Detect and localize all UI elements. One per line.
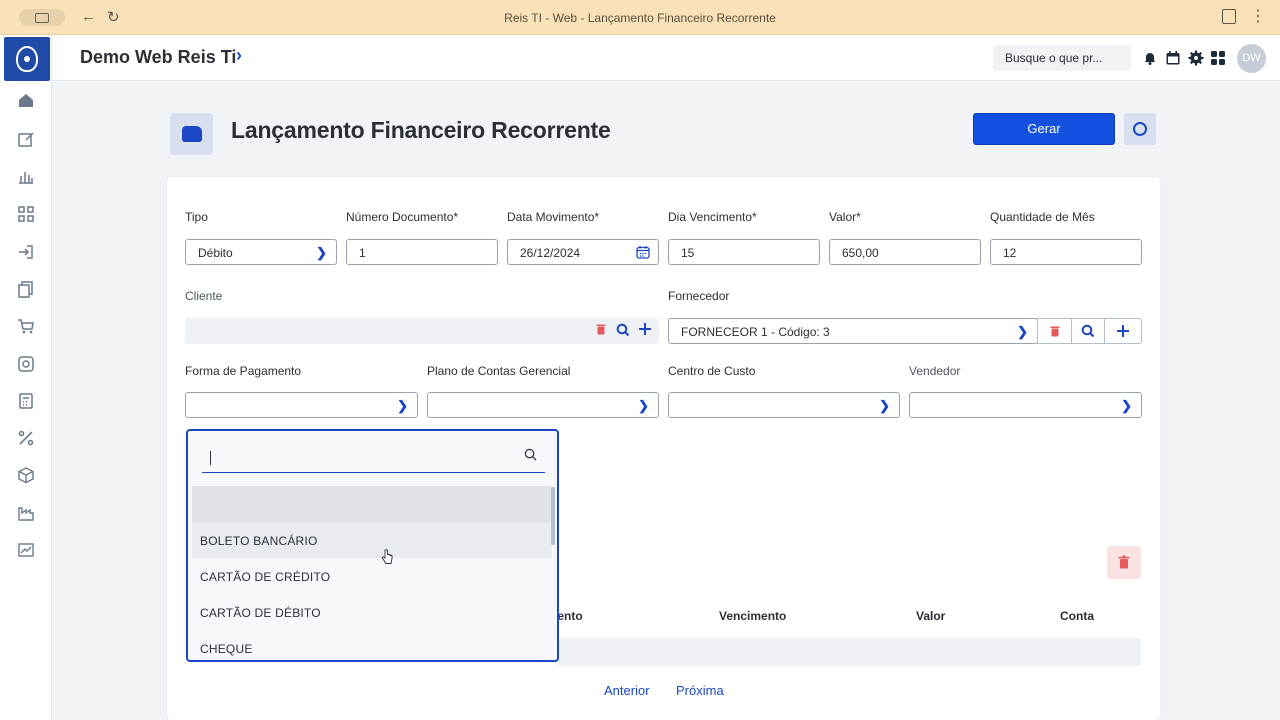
next-page-link[interactable]: Próxima: [676, 683, 724, 698]
num-doc-label: Número Documento*: [346, 210, 459, 224]
dropdown-search-input[interactable]: [202, 443, 545, 473]
forma-pag-label: Forma de Pagamento: [185, 364, 302, 378]
table-header-vencimento[interactable]: Vencimento: [719, 609, 786, 623]
dropdown-scrollbar[interactable]: [551, 487, 555, 545]
trash-icon[interactable]: [593, 323, 609, 339]
chevron-right-icon[interactable]: ›: [236, 45, 242, 66]
add-icon[interactable]: [637, 322, 653, 338]
previous-page-link[interactable]: Anterior: [604, 683, 650, 698]
tipo-label: Tipo: [185, 210, 208, 224]
calculator-icon[interactable]: [17, 392, 35, 410]
factory-icon[interactable]: [17, 504, 35, 522]
scan-icon[interactable]: [17, 205, 35, 223]
data-mov-label: Data Movimento*: [507, 210, 600, 224]
browser-titlebar: ← ↻ Reis TI - Web - Lançamento Financeir…: [0, 0, 1280, 35]
qtd-mes-input[interactable]: 12: [990, 239, 1142, 265]
fornecedor-search-button[interactable]: [1071, 318, 1105, 344]
hand-cursor-icon: [381, 549, 393, 564]
table-header-valor[interactable]: Valor: [916, 609, 945, 623]
generate-button[interactable]: Gerar: [973, 113, 1115, 145]
vendedor-label: Vendedor: [909, 364, 961, 378]
browser-menu-button[interactable]: ⋮: [1250, 6, 1266, 26]
calendar-icon[interactable]: [636, 245, 650, 262]
dia-venc-input[interactable]: 15: [668, 239, 820, 265]
tipo-value: Débito: [198, 246, 233, 260]
global-search-input[interactable]: Busque o que pr...: [993, 45, 1131, 71]
sidebar: [0, 35, 52, 720]
valor-label: Valor*: [829, 210, 861, 224]
add-icon: [1117, 325, 1129, 337]
calendar-icon[interactable]: [1165, 50, 1181, 66]
forma-pag-dropdown: BOLETO BANCÁRIO CARTÃO DE CRÉDITO CARTÃO…: [186, 429, 559, 662]
search-icon[interactable]: [524, 448, 537, 461]
dropdown-option[interactable]: CARTÃO DE CRÉDITO: [192, 558, 552, 594]
tipo-select[interactable]: Débito ❯: [185, 239, 337, 265]
chevron-right-icon: ❯: [1017, 324, 1028, 339]
undo-button[interactable]: [1124, 113, 1156, 145]
undo-icon: [1133, 122, 1147, 136]
qtd-mes-label: Quantidade de Mês: [990, 210, 1095, 224]
plano-contas-select[interactable]: ❯: [427, 392, 659, 418]
dropdown-option[interactable]: BOLETO BANCÁRIO: [192, 522, 552, 558]
chevron-right-icon: ❯: [638, 398, 649, 413]
company-logo[interactable]: [4, 37, 50, 81]
fornecedor-value: FORNECEOR 1 - Código: 3: [681, 325, 830, 339]
num-doc-input[interactable]: 1: [346, 239, 498, 265]
user-avatar[interactable]: DW: [1237, 44, 1266, 73]
extensions-icon[interactable]: [1222, 9, 1236, 24]
wallet-icon: [182, 126, 202, 142]
chart-icon[interactable]: [17, 167, 35, 185]
text-caret: [210, 451, 211, 465]
fornecedor-label: Fornecedor: [668, 289, 730, 303]
apps-grid-icon[interactable]: [1210, 50, 1226, 66]
plano-contas-label: Plano de Contas Gerencial: [427, 364, 571, 378]
bell-icon[interactable]: [1142, 50, 1158, 66]
gear-icon[interactable]: [1188, 50, 1204, 66]
trend-icon[interactable]: [17, 541, 35, 559]
data-mov-input[interactable]: 26/12/2024: [507, 239, 659, 265]
percent-icon[interactable]: [17, 429, 35, 447]
app-brand[interactable]: Demo Web Reis Ti: [80, 47, 236, 68]
fornecedor-select[interactable]: FORNECEOR 1 - Código: 3 ❯: [668, 318, 1038, 344]
table-empty-row: [558, 638, 1141, 666]
dropdown-option[interactable]: CARTÃO DE DÉBITO: [192, 594, 552, 630]
forma-pag-select[interactable]: ❯: [185, 392, 418, 418]
vendedor-select[interactable]: ❯: [909, 392, 1142, 418]
centro-custo-select[interactable]: ❯: [668, 392, 900, 418]
chevron-right-icon: ❯: [1121, 398, 1132, 413]
dropdown-options: BOLETO BANCÁRIO CARTÃO DE CRÉDITO CARTÃO…: [192, 486, 552, 660]
data-mov-value: 26/12/2024: [520, 246, 581, 260]
page-title: Lançamento Financeiro Recorrente: [231, 117, 611, 143]
search-icon[interactable]: [615, 323, 631, 339]
delete-all-button[interactable]: [1107, 546, 1141, 579]
cart-icon[interactable]: [17, 317, 35, 335]
page-icon: [170, 113, 213, 155]
home-icon[interactable]: [17, 91, 35, 109]
chevron-right-icon: ❯: [879, 398, 890, 413]
fornecedor-add-button[interactable]: [1104, 318, 1142, 344]
dia-venc-label: Dia Vencimento*: [668, 210, 757, 224]
trash-icon: [1050, 326, 1060, 337]
edit-icon[interactable]: [17, 130, 35, 148]
table-header-conta[interactable]: Conta: [1060, 609, 1094, 623]
topbar: Demo Web Reis Ti › Busque o que pr... DW: [52, 35, 1280, 81]
login-icon[interactable]: [17, 243, 35, 261]
centro-custo-label: Centro de Custo: [668, 364, 756, 378]
trash-icon: [1118, 555, 1130, 569]
target-icon[interactable]: [17, 355, 35, 373]
cliente-label: Cliente: [185, 289, 223, 303]
valor-input[interactable]: 650,00: [829, 239, 981, 265]
dropdown-option[interactable]: CHEQUE: [192, 630, 552, 660]
box-icon[interactable]: [17, 466, 35, 484]
chevron-right-icon: ❯: [397, 398, 408, 413]
lion-icon: [16, 46, 38, 72]
cliente-input[interactable]: [185, 318, 659, 344]
copy-icon[interactable]: [17, 280, 35, 298]
search-icon: [1081, 324, 1095, 338]
dropdown-option-empty[interactable]: [192, 486, 552, 522]
chevron-right-icon: ❯: [316, 245, 327, 260]
fornecedor-clear-button[interactable]: [1037, 318, 1072, 344]
window-title: Reis TI - Web - Lançamento Financeiro Re…: [504, 11, 776, 25]
